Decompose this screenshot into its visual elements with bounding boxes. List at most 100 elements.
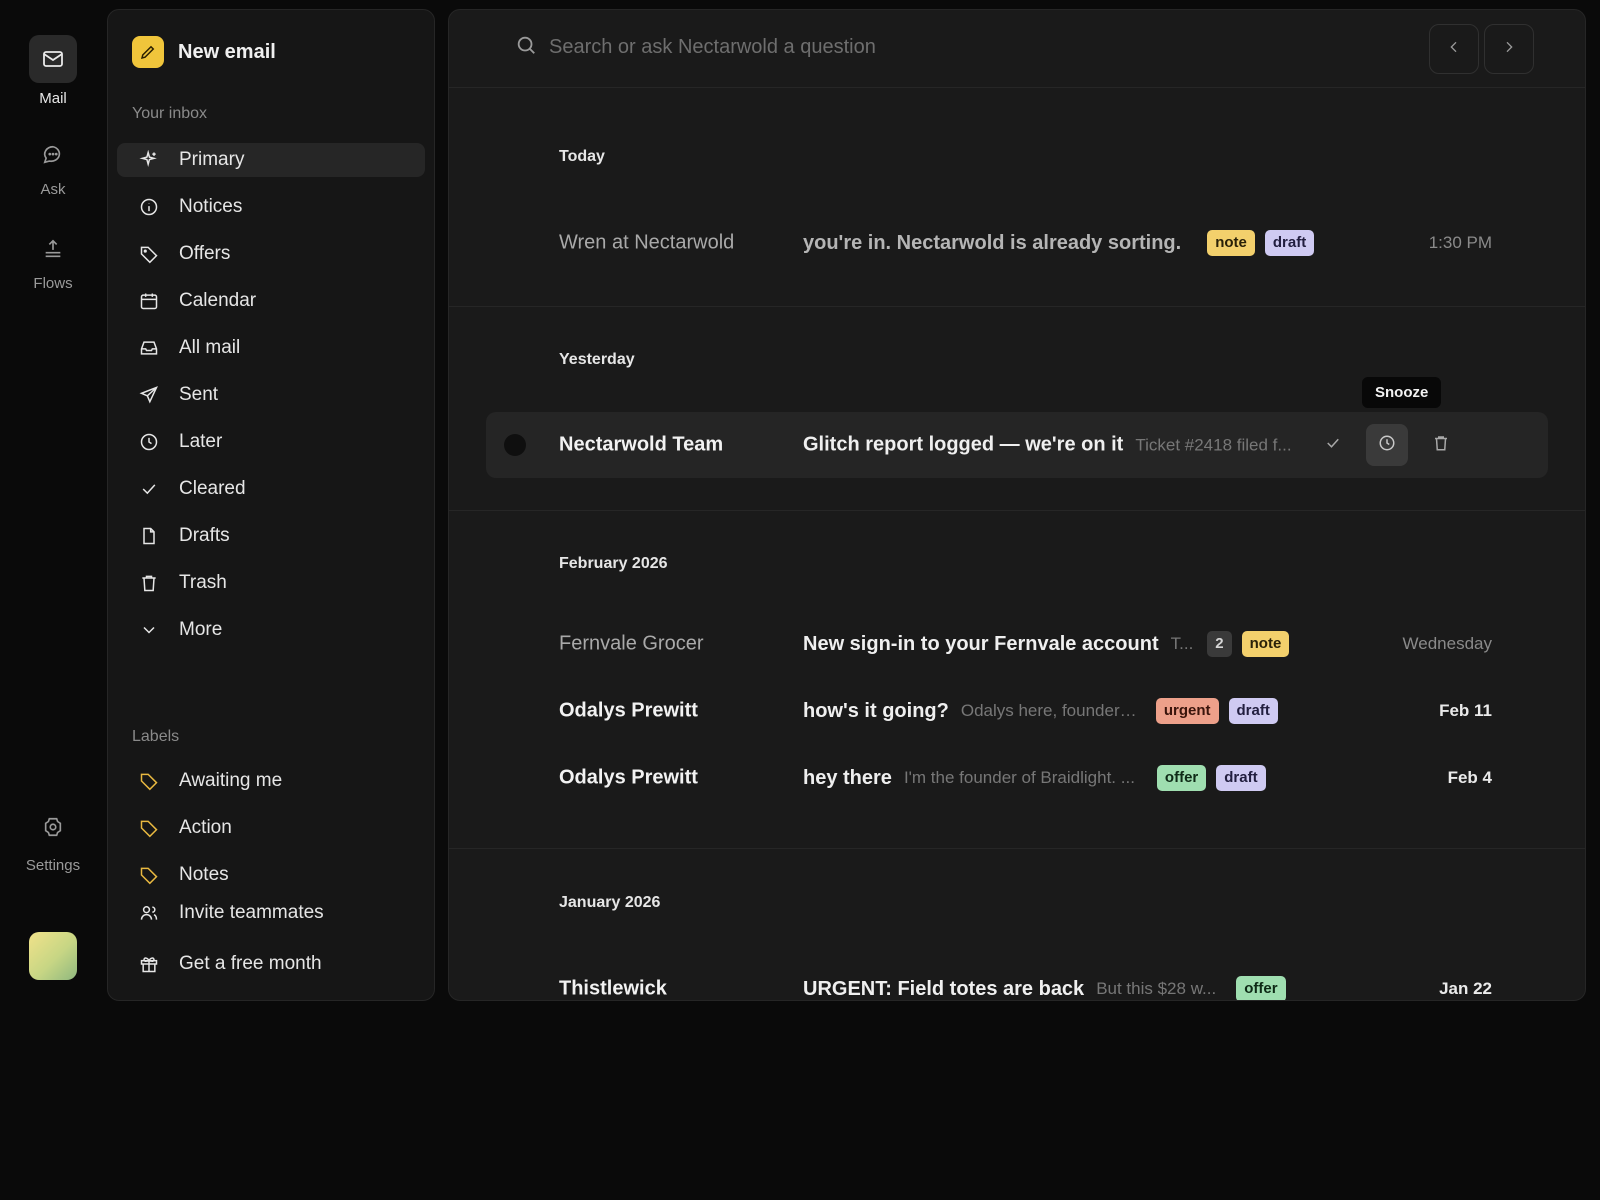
tag-icon [139, 865, 159, 885]
label-awaiting-me[interactable]: Awaiting me [117, 764, 425, 798]
email-row[interactable]: Wren at Nectarwold you're in. Nectarwold… [486, 210, 1548, 276]
tag-icon [139, 771, 159, 791]
mail-icon [29, 35, 77, 83]
sidebar-item-label: Calendar [179, 290, 257, 311]
sidebar-item-trash[interactable]: Trash [117, 566, 425, 600]
email-subject: you're in. Nectarwold is already sorting… [803, 231, 1182, 254]
avatar[interactable] [29, 932, 77, 980]
sidebar-item-all-mail[interactable]: All mail [117, 331, 425, 365]
select-dot[interactable] [504, 434, 526, 456]
chevron-down-icon [139, 620, 159, 640]
sidebar-item-label: Drafts [179, 525, 230, 546]
sidebar-item-label: Sent [179, 384, 219, 405]
delete-button[interactable] [1420, 424, 1462, 466]
chat-icon [29, 143, 77, 167]
sidebar-item-label: Offers [179, 243, 231, 264]
group-january: January 2026 [559, 894, 661, 911]
sidebar-item-sent[interactable]: Sent [117, 378, 425, 412]
group-february: February 2026 [559, 555, 668, 572]
info-icon [139, 197, 159, 217]
invite-teammates-link[interactable]: Invite teammates [117, 896, 425, 930]
rail-ask[interactable]: Ask [0, 143, 106, 198]
free-month-link[interactable]: Get a free month [117, 947, 425, 981]
sidebar: New email Your inbox Primary Notices Off… [107, 9, 435, 1001]
label-name: Notes [179, 864, 229, 885]
search-input[interactable] [549, 36, 1249, 59]
trash-icon [139, 573, 159, 593]
email-sender: Wren at Nectarwold [559, 231, 735, 254]
rail-settings[interactable]: Settings [0, 815, 106, 874]
email-subject: URGENT: Field totes are back [803, 977, 1085, 1000]
check-icon [139, 479, 159, 499]
email-date: Feb 11 [1439, 701, 1492, 720]
email-row[interactable]: Odalys Prewitt hey there I'm the founder… [486, 745, 1548, 811]
rail-flows-label: Flows [33, 275, 73, 292]
email-subject-line: hey there I'm the founder of Braidlight.… [803, 765, 1266, 791]
sidebar-item-drafts[interactable]: Drafts [117, 519, 425, 553]
invite-teammates-label: Invite teammates [179, 902, 324, 923]
label-notes[interactable]: Notes [117, 858, 425, 892]
sidebar-item-calendar[interactable]: Calendar [117, 284, 425, 318]
calendar-icon [139, 291, 159, 311]
inbox-icon [139, 338, 159, 358]
rail-mail[interactable]: Mail [0, 35, 106, 107]
trash-icon [1432, 434, 1450, 457]
new-email-button[interactable]: New email [132, 36, 276, 68]
divider [449, 510, 1585, 511]
email-sender: Fernvale Grocer [559, 632, 704, 655]
sidebar-item-label: All mail [179, 337, 241, 358]
row-actions [1312, 424, 1462, 466]
sparkle-icon [139, 150, 159, 170]
email-preview: T... [1170, 634, 1194, 653]
clock-icon [1378, 434, 1396, 457]
users-icon [139, 903, 159, 923]
sidebar-item-cleared[interactable]: Cleared [117, 472, 425, 506]
rail-ask-label: Ask [40, 181, 66, 198]
email-date: 1:30 PM [1428, 233, 1492, 252]
search-bar[interactable] [515, 34, 1249, 61]
sidebar-item-notices[interactable]: Notices [117, 190, 425, 224]
label-action[interactable]: Action [117, 811, 425, 845]
mail-list-panel: Today Wren at Nectarwold you're in. Nect… [448, 9, 1586, 1001]
tag-icon [139, 244, 159, 264]
sidebar-item-label: Later [179, 431, 223, 452]
send-icon [139, 385, 159, 405]
clock-icon [139, 432, 159, 452]
gear-icon [29, 815, 77, 839]
next-button[interactable] [1484, 24, 1534, 74]
email-subject: how's it going? [803, 699, 949, 722]
sidebar-item-primary[interactable]: Primary [117, 143, 425, 177]
sidebar-item-label: Notices [179, 196, 243, 217]
email-row[interactable]: Fernvale Grocer New sign-in to your Fern… [486, 611, 1548, 677]
gift-icon [139, 954, 159, 974]
sidebar-item-more[interactable]: More [117, 613, 425, 647]
tag-note: note [1241, 631, 1290, 657]
email-date: Wednesday [1402, 634, 1492, 653]
email-row[interactable]: Nectarwold Team Glitch report logged — w… [486, 412, 1548, 478]
mark-done-button[interactable] [1312, 424, 1354, 466]
tag-urgent: urgent [1155, 698, 1219, 724]
tag-note: note [1207, 230, 1255, 256]
flows-icon [29, 237, 77, 261]
sidebar-item-label: More [179, 619, 223, 640]
rail-flows[interactable]: Flows [0, 237, 106, 292]
email-preview: I'm the founder of Braidlight. ... [903, 768, 1135, 787]
email-preview: Odalys here, founder ... [960, 701, 1138, 720]
top-bar [449, 10, 1585, 88]
group-yesterday: Yesterday [559, 351, 635, 368]
email-subject: Glitch report logged — we're on it [803, 433, 1124, 456]
prev-button[interactable] [1429, 24, 1479, 74]
sidebar-item-later[interactable]: Later [117, 425, 425, 459]
email-date: Jan 22 [1439, 979, 1492, 998]
label-name: Awaiting me [179, 770, 283, 791]
email-sender: Odalys Prewitt [559, 766, 698, 789]
tag-offer: offer [1156, 765, 1207, 791]
email-subject-line: you're in. Nectarwold is already sorting… [803, 230, 1315, 256]
sidebar-item-label: Cleared [179, 478, 246, 499]
email-row[interactable]: Thistlewick URGENT: Field totes are back… [486, 956, 1548, 1000]
sidebar-item-offers[interactable]: Offers [117, 237, 425, 271]
email-subject-line: New sign-in to your Fernvale account T..… [803, 631, 1290, 657]
snooze-button[interactable] [1366, 424, 1408, 466]
email-subject-line: URGENT: Field totes are back But this $2… [803, 976, 1286, 1000]
email-row[interactable]: Odalys Prewitt how's it going? Odalys he… [486, 678, 1548, 744]
